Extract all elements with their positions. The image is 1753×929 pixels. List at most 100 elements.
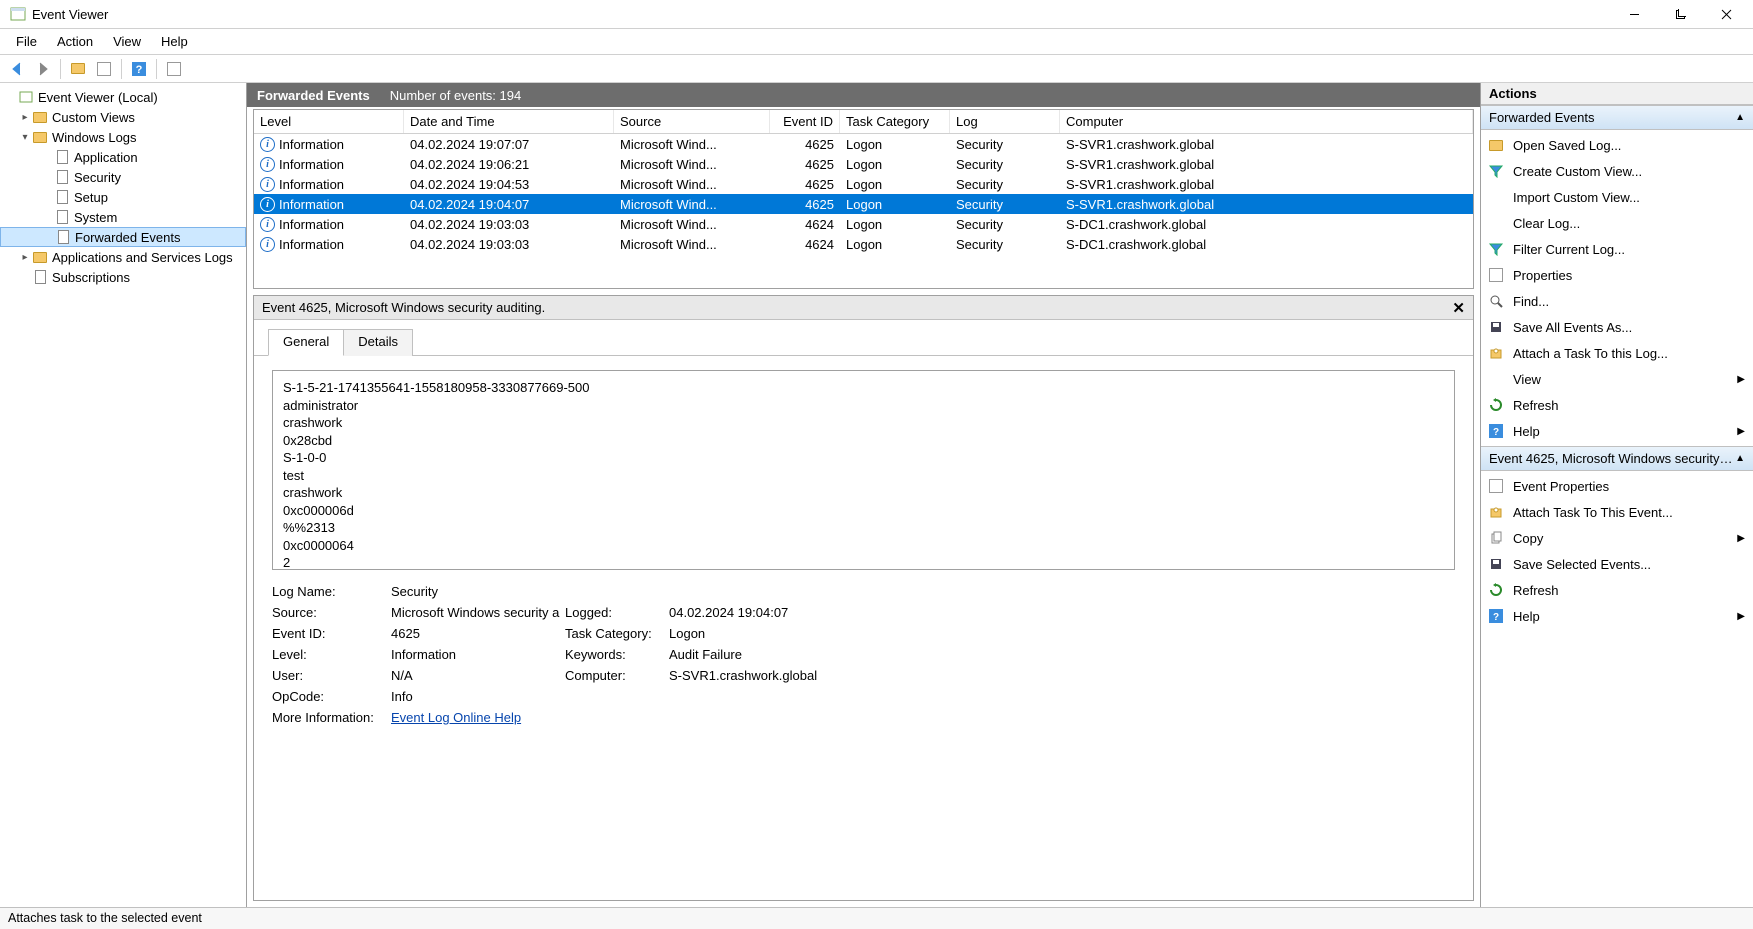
col-taskcat[interactable]: Task Category bbox=[840, 110, 950, 133]
action-item[interactable]: Event Properties bbox=[1481, 473, 1753, 499]
show-hide-action-pane-button[interactable] bbox=[163, 58, 185, 80]
action-item[interactable]: Open Saved Log... bbox=[1481, 132, 1753, 158]
show-hide-console-tree-button[interactable] bbox=[67, 58, 89, 80]
action-label: Help bbox=[1513, 609, 1540, 624]
action-group-forwarded[interactable]: Forwarded Events ▲ bbox=[1481, 105, 1753, 130]
event-log-online-help-link[interactable]: Event Log Online Help bbox=[391, 710, 521, 725]
tree-apps-services[interactable]: ▸ Applications and Services Logs bbox=[0, 247, 246, 267]
submenu-arrow-icon: ▶ bbox=[1737, 533, 1745, 544]
table-row[interactable]: iInformation04.02.2024 19:06:21Microsoft… bbox=[254, 154, 1473, 174]
help-button[interactable]: ? bbox=[128, 58, 150, 80]
action-icon bbox=[1487, 214, 1505, 232]
action-item[interactable]: Refresh bbox=[1481, 577, 1753, 603]
table-row[interactable]: iInformation04.02.2024 19:07:07Microsoft… bbox=[254, 134, 1473, 154]
tree-root[interactable]: Event Viewer (Local) bbox=[0, 87, 246, 107]
eventviewer-icon bbox=[18, 89, 34, 105]
action-label: Refresh bbox=[1513, 398, 1559, 413]
action-item[interactable]: Clear Log... bbox=[1481, 210, 1753, 236]
action-item[interactable]: Import Custom View... bbox=[1481, 184, 1753, 210]
menu-action[interactable]: Action bbox=[47, 30, 103, 53]
action-icon bbox=[1487, 477, 1505, 495]
table-body[interactable]: iInformation04.02.2024 19:07:07Microsoft… bbox=[254, 134, 1473, 288]
content-header: Forwarded Events Number of events: 194 bbox=[247, 83, 1480, 107]
tree-log-security[interactable]: Security bbox=[0, 167, 246, 187]
forward-button[interactable] bbox=[32, 58, 54, 80]
tree-root-label: Event Viewer (Local) bbox=[38, 90, 158, 105]
col-log[interactable]: Log bbox=[950, 110, 1060, 133]
detail-tabs: General Details bbox=[254, 320, 1473, 355]
action-item[interactable]: Save Selected Events... bbox=[1481, 551, 1753, 577]
info-icon: i bbox=[260, 197, 275, 212]
action-icon bbox=[1487, 581, 1505, 599]
menu-file[interactable]: File bbox=[6, 30, 47, 53]
action-item[interactable]: ?Help▶ bbox=[1481, 603, 1753, 629]
action-icon bbox=[1487, 292, 1505, 310]
properties-button[interactable] bbox=[93, 58, 115, 80]
info-icon: i bbox=[260, 217, 275, 232]
action-item[interactable]: Refresh bbox=[1481, 392, 1753, 418]
tree-subscriptions[interactable]: Subscriptions bbox=[0, 267, 246, 287]
action-item[interactable]: Copy ▶ bbox=[1481, 525, 1753, 551]
action-item[interactable]: Find... bbox=[1481, 288, 1753, 314]
col-level[interactable]: Level bbox=[254, 110, 404, 133]
collapse-icon[interactable]: ▲ bbox=[1735, 112, 1745, 123]
action-item[interactable]: Filter Current Log... bbox=[1481, 236, 1753, 262]
col-source[interactable]: Source bbox=[614, 110, 770, 133]
tree-log-forwarded[interactable]: Forwarded Events bbox=[0, 227, 246, 247]
action-item[interactable]: View▶ bbox=[1481, 366, 1753, 392]
col-eventid[interactable]: Event ID bbox=[770, 110, 840, 133]
actions-pane: Actions Forwarded Events ▲ Open Saved Lo… bbox=[1480, 83, 1753, 907]
info-icon: i bbox=[260, 237, 275, 252]
menu-view[interactable]: View bbox=[103, 30, 151, 53]
table-header[interactable]: Level Date and Time Source Event ID Task… bbox=[254, 110, 1473, 134]
table-row[interactable]: iInformation04.02.2024 19:03:03Microsoft… bbox=[254, 214, 1473, 234]
table-row[interactable]: iInformation04.02.2024 19:04:53Microsoft… bbox=[254, 174, 1473, 194]
action-label: Open Saved Log... bbox=[1513, 138, 1621, 153]
action-label: Copy bbox=[1513, 531, 1543, 546]
action-item[interactable]: Attach Task To This Event... bbox=[1481, 499, 1753, 525]
action-item[interactable]: ?Help▶ bbox=[1481, 418, 1753, 444]
maximize-button[interactable] bbox=[1657, 0, 1703, 29]
action-label: Properties bbox=[1513, 268, 1572, 283]
minimize-button[interactable] bbox=[1611, 0, 1657, 29]
events-table[interactable]: Level Date and Time Source Event ID Task… bbox=[253, 109, 1474, 289]
detail-title: Event 4625, Microsoft Windows security a… bbox=[262, 300, 545, 315]
tree-log-setup[interactable]: Setup bbox=[0, 187, 246, 207]
action-icon: ? bbox=[1487, 607, 1505, 625]
action-icon bbox=[1487, 266, 1505, 284]
close-button[interactable] bbox=[1703, 0, 1749, 29]
action-group-event[interactable]: Event 4625, Microsoft Windows security a… bbox=[1481, 446, 1753, 471]
close-detail-icon[interactable]: ✕ bbox=[1452, 299, 1465, 317]
action-label: Save Selected Events... bbox=[1513, 557, 1651, 572]
tab-general[interactable]: General bbox=[268, 329, 344, 356]
collapse-icon[interactable]: ▲ bbox=[1735, 453, 1745, 464]
navigation-tree[interactable]: Event Viewer (Local) ▸ Custom Views ▾ Wi… bbox=[0, 83, 247, 907]
table-row[interactable]: iInformation04.02.2024 19:03:03Microsoft… bbox=[254, 234, 1473, 254]
app-icon bbox=[10, 6, 26, 22]
event-message[interactable]: S-1-5-21-1741355641-1558180958-333087766… bbox=[272, 370, 1455, 570]
tab-details[interactable]: Details bbox=[343, 329, 413, 356]
action-item[interactable]: Save All Events As... bbox=[1481, 314, 1753, 340]
action-item[interactable]: Create Custom View... bbox=[1481, 158, 1753, 184]
tree-windows-logs[interactable]: ▾ Windows Logs bbox=[0, 127, 246, 147]
col-computer[interactable]: Computer bbox=[1060, 110, 1473, 133]
svg-text:?: ? bbox=[1493, 427, 1499, 438]
action-item[interactable]: Properties bbox=[1481, 262, 1753, 288]
expand-icon[interactable]: ▸ bbox=[18, 252, 32, 263]
tree-custom-views[interactable]: ▸ Custom Views bbox=[0, 107, 246, 127]
action-label: Refresh bbox=[1513, 583, 1559, 598]
action-icon bbox=[1487, 240, 1505, 258]
action-label: Attach Task To This Event... bbox=[1513, 505, 1673, 520]
collapse-icon[interactable]: ▾ bbox=[18, 132, 32, 143]
tree-log-system[interactable]: System bbox=[0, 207, 246, 227]
info-icon: i bbox=[260, 177, 275, 192]
action-label: Attach a Task To this Log... bbox=[1513, 346, 1668, 361]
table-row[interactable]: iInformation04.02.2024 19:04:07Microsoft… bbox=[254, 194, 1473, 214]
expand-icon[interactable]: ▸ bbox=[18, 112, 32, 123]
action-icon bbox=[1487, 503, 1505, 521]
action-item[interactable]: Attach a Task To this Log... bbox=[1481, 340, 1753, 366]
tree-log-application[interactable]: Application bbox=[0, 147, 246, 167]
menu-help[interactable]: Help bbox=[151, 30, 198, 53]
back-button[interactable] bbox=[6, 58, 28, 80]
col-date[interactable]: Date and Time bbox=[404, 110, 614, 133]
